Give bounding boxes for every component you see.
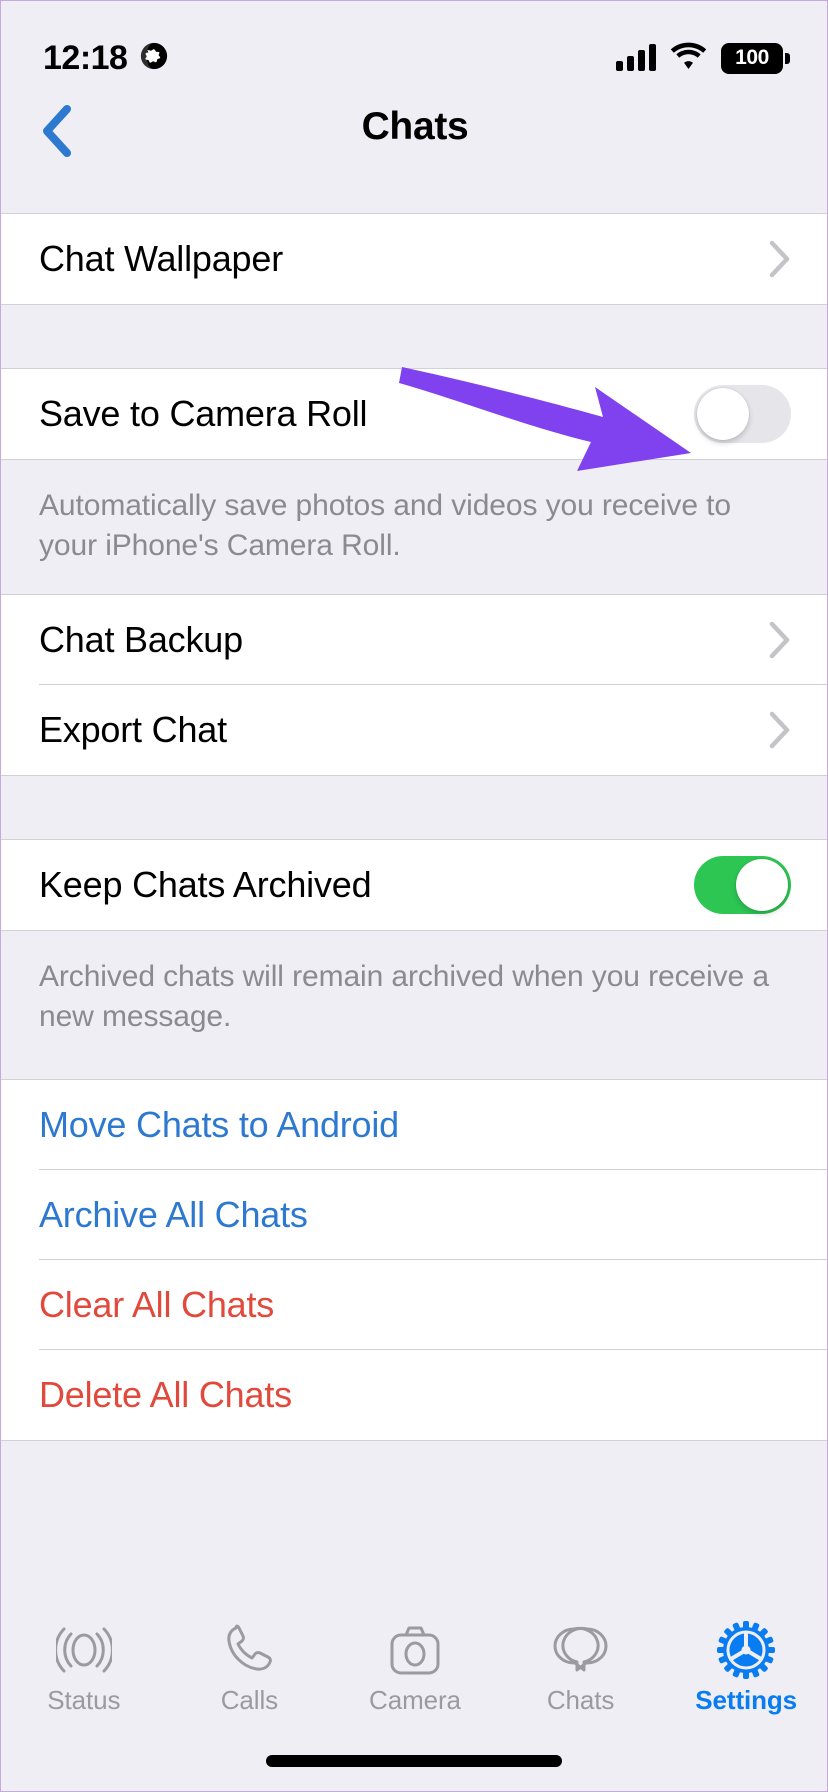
battery-percentage: 100 — [735, 46, 769, 69]
chat-bubbles-icon — [550, 1621, 612, 1679]
row-archive-all-chats[interactable]: Archive All Chats — [1, 1169, 827, 1260]
gear-icon — [717, 1621, 776, 1679]
battery-icon: 100 — [721, 42, 790, 74]
phone-icon — [222, 1621, 276, 1679]
tab-label: Status — [47, 1685, 121, 1715]
status-bar-right: 100 — [616, 42, 790, 75]
section-gap — [1, 304, 827, 369]
status-bar: 12:18 100 — [1, 1, 827, 89]
navigation-bar: Chats — [1, 89, 827, 213]
tab-label: Calls — [220, 1685, 279, 1715]
tab-camera[interactable]: Camera — [332, 1621, 498, 1716]
tab-settings[interactable]: Settings — [663, 1621, 827, 1716]
status-bar-left: 12:18 — [43, 39, 169, 78]
status-rings-icon — [55, 1621, 112, 1679]
page-title: Chats — [361, 105, 469, 148]
row-label: Archive All Chats — [39, 1193, 308, 1235]
row-keep-chats-archived[interactable]: Keep Chats Archived — [1, 839, 827, 930]
iphone-screen: 12:18 100 Chats Chat Wallpaper Save to C… — [0, 0, 828, 1792]
status-bar-clock: 12:18 — [43, 38, 128, 77]
row-label: Keep Chats Archived — [39, 863, 372, 905]
toggle-knob — [736, 858, 788, 911]
row-label: Export Chat — [39, 708, 227, 750]
section-backup: Chat Backup Export Chat — [1, 594, 827, 775]
footer-camera-roll: Automatically save photos and videos you… — [1, 459, 827, 595]
tab-label: Camera — [369, 1685, 461, 1715]
section-camera-roll: Save to Camera Roll — [1, 369, 827, 459]
wifi-icon — [670, 42, 707, 75]
tab-label: Chats — [546, 1685, 615, 1715]
tab-calls[interactable]: Calls — [167, 1621, 333, 1716]
toggle-knob — [697, 388, 749, 440]
row-label: Delete All Chats — [39, 1373, 292, 1415]
row-chat-wallpaper[interactable]: Chat Wallpaper — [1, 214, 827, 304]
row-save-to-camera-roll[interactable]: Save to Camera Roll — [1, 369, 827, 459]
footer-archive: Archived chats will remain archived when… — [1, 929, 827, 1080]
chevron-right-icon — [769, 240, 790, 278]
tab-status[interactable]: Status — [1, 1621, 167, 1716]
tab-label: Settings — [695, 1685, 798, 1715]
row-clear-all-chats[interactable]: Clear All Chats — [1, 1259, 827, 1350]
row-label: Clear All Chats — [39, 1283, 275, 1325]
cellular-signal-icon — [616, 44, 656, 71]
tab-chats[interactable]: Chats — [498, 1621, 664, 1716]
keep-chats-archived-toggle[interactable] — [694, 855, 791, 914]
row-export-chat[interactable]: Export Chat — [1, 684, 827, 775]
camera-icon — [386, 1621, 444, 1679]
row-label: Chat Wallpaper — [39, 238, 283, 279]
row-chat-backup[interactable]: Chat Backup — [1, 594, 827, 685]
row-label: Move Chats to Android — [39, 1103, 400, 1145]
section-gap — [1, 774, 827, 840]
section-archive: Keep Chats Archived — [1, 839, 827, 930]
chevron-right-icon — [769, 621, 790, 659]
settings-list: Chat Wallpaper Save to Camera Roll Autom… — [1, 213, 827, 1639]
globe-icon — [139, 41, 169, 76]
row-delete-all-chats[interactable]: Delete All Chats — [1, 1349, 827, 1440]
home-indicator[interactable] — [266, 1755, 562, 1767]
row-label: Save to Camera Roll — [39, 393, 368, 434]
section-actions: Move Chats to Android Archive All Chats … — [1, 1079, 827, 1440]
row-move-chats-to-android[interactable]: Move Chats to Android — [1, 1079, 827, 1170]
save-to-camera-roll-toggle[interactable] — [694, 385, 791, 443]
section-wallpaper: Chat Wallpaper — [1, 214, 827, 304]
chevron-right-icon — [769, 711, 790, 749]
row-label: Chat Backup — [39, 618, 243, 660]
